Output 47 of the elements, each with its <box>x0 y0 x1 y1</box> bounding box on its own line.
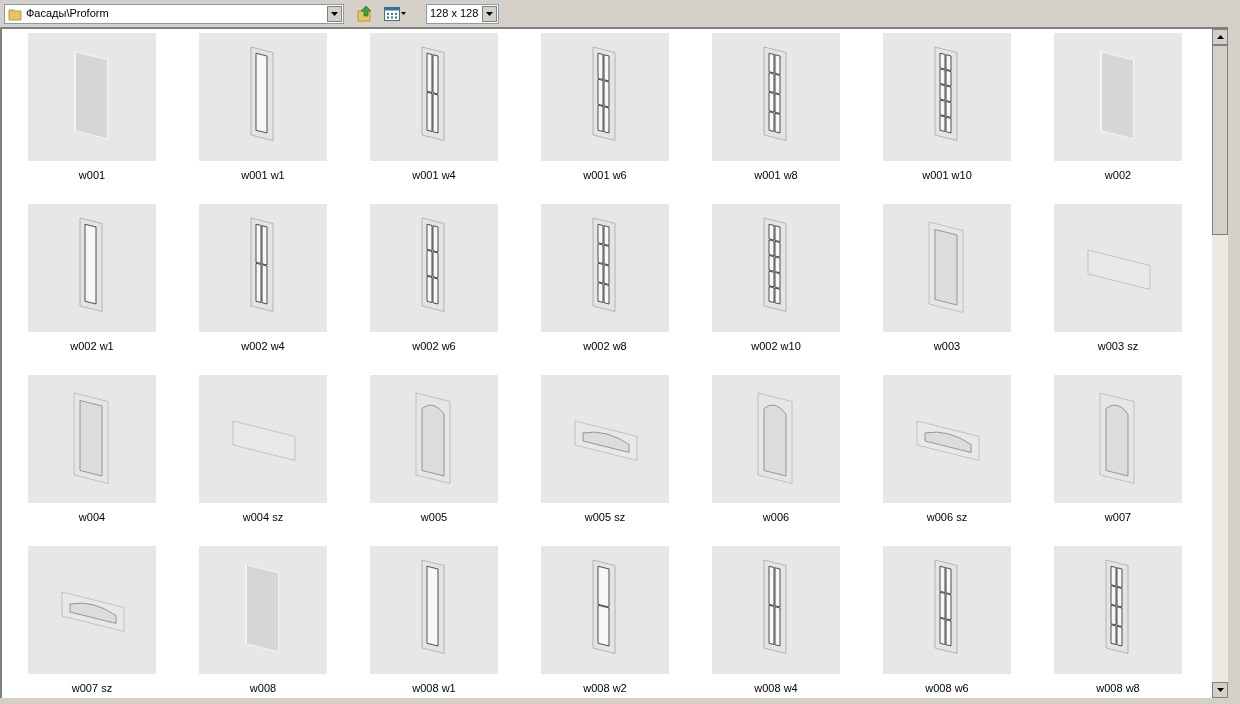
vertical-scrollbar[interactable] <box>1212 29 1228 698</box>
thumbnail-label[interactable]: w008 w4 <box>712 680 840 697</box>
thumbnail-label[interactable]: w008 w1 <box>370 680 498 697</box>
thumbnail-label[interactable]: w007 sz <box>28 680 156 697</box>
down-arrow-icon <box>1216 688 1224 692</box>
grid-view-icon <box>384 6 400 21</box>
thumbnail-label[interactable]: w006 sz <box>883 509 1011 526</box>
up-arrow-icon <box>1216 35 1224 39</box>
dropdown-button[interactable] <box>482 5 497 22</box>
path-text: Фасады\Proform <box>26 6 110 22</box>
thumbnail-label[interactable]: w002 w10 <box>712 338 840 355</box>
thumbnail-label[interactable]: w004 <box>28 509 156 526</box>
thumbnail-label[interactable]: w001 w8 <box>712 167 840 184</box>
path-combobox[interactable]: Фасады\Proform <box>4 3 344 24</box>
thumbnail-label[interactable]: w001 w1 <box>199 167 327 184</box>
view-button[interactable] <box>384 6 406 21</box>
thumbnail-label[interactable]: w001 w4 <box>370 167 498 184</box>
dropdown-button[interactable] <box>327 5 342 22</box>
thumbnail-label[interactable]: w003 sz <box>1054 338 1182 355</box>
caret-icon <box>401 12 406 15</box>
thumbnail-label[interactable]: w002 w6 <box>370 338 498 355</box>
caret-icon <box>331 11 338 16</box>
scroll-thumb[interactable] <box>1212 45 1228 235</box>
thumbnail-size-combobox[interactable]: 128 x 128 <box>426 3 499 24</box>
thumbnail-label[interactable]: w005 <box>370 509 498 526</box>
folder-up-icon[interactable] <box>356 4 374 23</box>
thumbnail-label[interactable]: w005 sz <box>541 509 669 526</box>
thumbnail-label[interactable]: w004 sz <box>199 509 327 526</box>
thumbnail-label[interactable]: w008 w2 <box>541 680 669 697</box>
thumbnail-label[interactable]: w007 <box>1054 509 1182 526</box>
thumbnail-label[interactable]: w008 w6 <box>883 680 1011 697</box>
caret-icon <box>486 11 493 16</box>
scroll-up-button[interactable] <box>1212 29 1228 45</box>
thumbnail-label[interactable]: w001 <box>28 167 156 184</box>
thumbnail-label[interactable]: w002 w1 <box>28 338 156 355</box>
thumbnail-label[interactable]: w006 <box>712 509 840 526</box>
thumbnail-label[interactable]: w003 <box>883 338 1011 355</box>
folder-icon <box>8 6 22 21</box>
thumbnail-label[interactable]: w001 w6 <box>541 167 669 184</box>
thumbnail-label[interactable]: w008 w8 <box>1054 680 1182 697</box>
thumbnail-label[interactable]: w002 w8 <box>541 338 669 355</box>
size-text: 128 x 128 <box>430 6 480 22</box>
thumbnail-label[interactable]: w008 <box>199 680 327 697</box>
thumbnail-label[interactable]: w001 w10 <box>883 167 1011 184</box>
thumbnail-label[interactable]: w002 <box>1054 167 1182 184</box>
thumbnail-label[interactable]: w002 w4 <box>199 338 327 355</box>
scroll-down-button[interactable] <box>1212 682 1228 698</box>
